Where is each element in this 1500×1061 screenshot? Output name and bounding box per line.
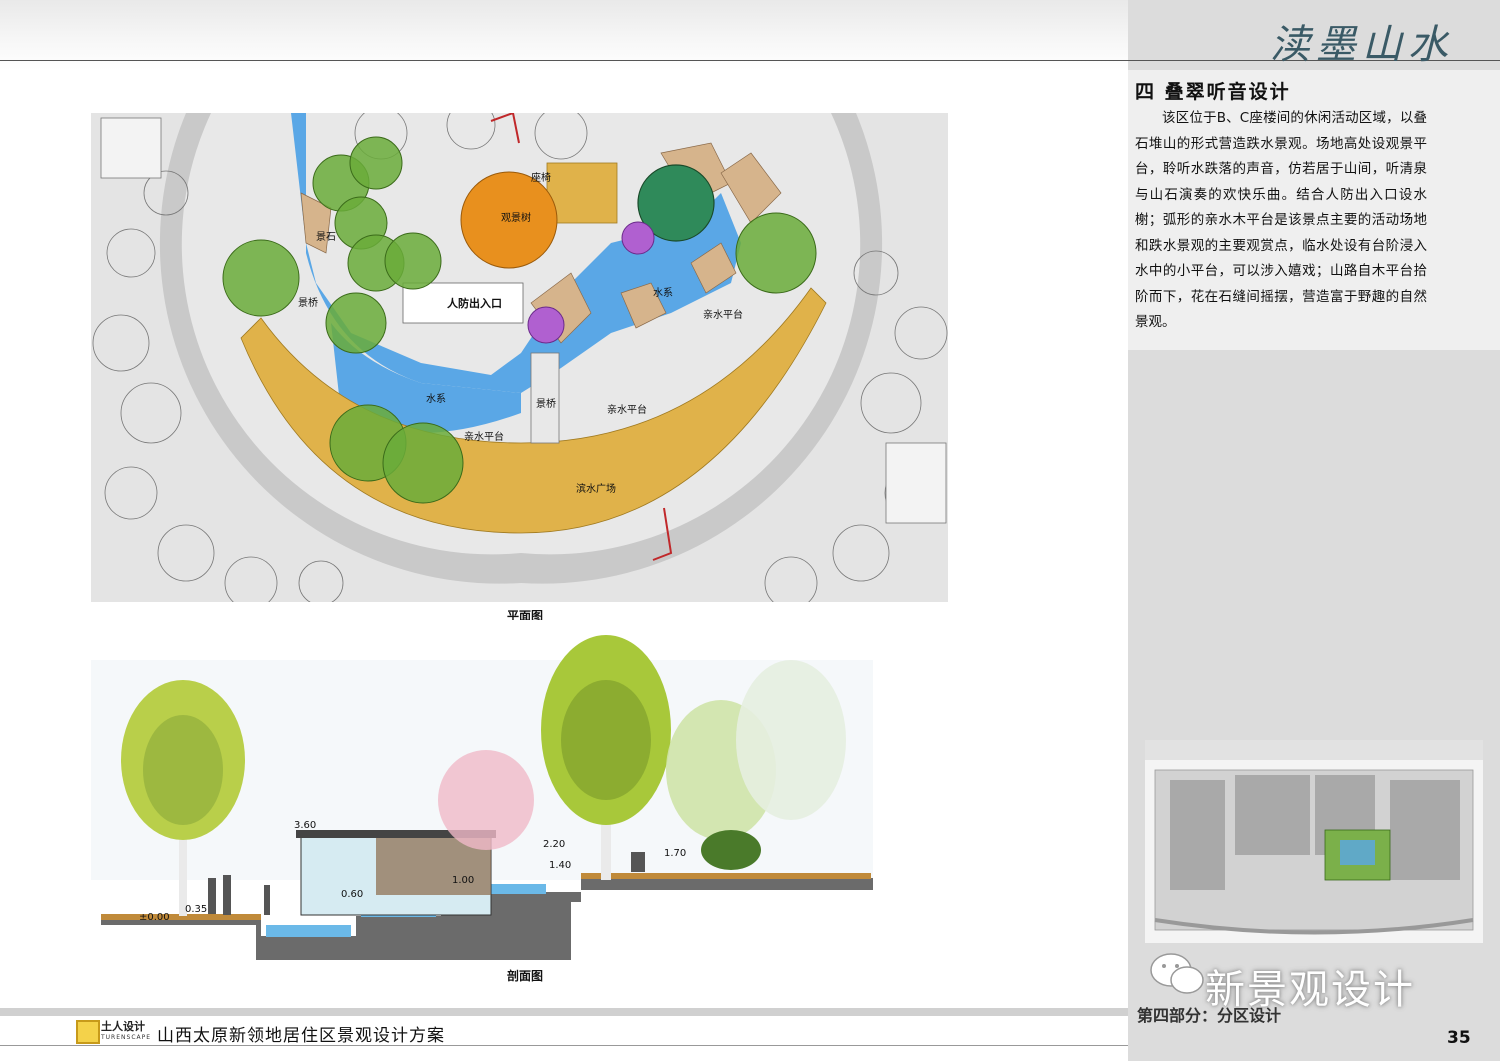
label-water-bottom: 水系	[426, 393, 446, 405]
building-right	[885, 442, 947, 524]
label-civil-defense: 人防出入口	[447, 296, 502, 310]
section-description: 该区位于B、C座楼间的休闲活动区域，以叠石堆山的形式营造跌水景观。场地高处设观景…	[1135, 110, 1427, 330]
wechat-icon	[1150, 953, 1204, 994]
landscape-bridge	[530, 352, 560, 444]
label-platform-left: 亲水平台	[464, 430, 504, 443]
flowering-shrub	[621, 221, 655, 255]
elevation-label: 1.40	[549, 860, 571, 871]
upper-deck	[581, 873, 871, 879]
brush-calligraphy-title: 渎墨山水	[1270, 22, 1454, 68]
seat-deck	[546, 162, 618, 224]
elevation-label: 0.60	[341, 889, 363, 900]
company-logo-icon	[76, 1020, 100, 1044]
label-seat: 座椅	[531, 171, 551, 184]
elevation-label: ±0.00	[139, 912, 170, 923]
site-plan-drawing: 座椅 观景树 景石 景桥 人防出入口 水系 亲水平台 水系 景桥 亲水平台 亲水…	[91, 113, 948, 602]
label-bridge-left: 景桥	[298, 297, 318, 309]
label-platform-mid: 亲水平台	[607, 403, 647, 416]
label-plaza: 滨水广场	[576, 482, 616, 495]
label-rock: 景石	[316, 231, 336, 243]
key-plan-map	[1145, 740, 1483, 943]
water-pool	[266, 925, 351, 937]
elevation-label: 1.00	[452, 875, 474, 886]
label-platform-right: 亲水平台	[703, 308, 743, 321]
page-number: 35	[1447, 1028, 1471, 1048]
elevation-label: 2.20	[543, 839, 565, 850]
building-left	[100, 117, 162, 179]
section-caption: 剖面图	[507, 969, 544, 983]
water-pool	[486, 884, 546, 894]
footer-bar	[0, 1008, 1128, 1016]
section-title: 四 叠翠听音设计	[1135, 81, 1291, 103]
label-viewing-tree: 观景树	[501, 211, 531, 224]
elevation-label: 1.70	[664, 848, 686, 859]
label-water-right: 水系	[653, 287, 673, 299]
elevation-label: 0.35	[185, 904, 207, 915]
logo-text-en: TURENSCAPE	[101, 1034, 152, 1041]
part-label: 第四部分：分区设计	[1137, 1006, 1282, 1025]
logo-text-cn: 土人设计	[101, 1020, 145, 1033]
elevation-label: 3.60	[294, 820, 316, 831]
flowering-shrub	[527, 306, 565, 344]
section-drawing: ±0.00 0.35 3.60 0.60 1.00 2.20 1.40 1.70	[91, 620, 873, 965]
label-bridge-bottom: 景桥	[536, 398, 556, 410]
project-title: 山西太原新领地居住区景观设计方案	[157, 1026, 445, 1046]
